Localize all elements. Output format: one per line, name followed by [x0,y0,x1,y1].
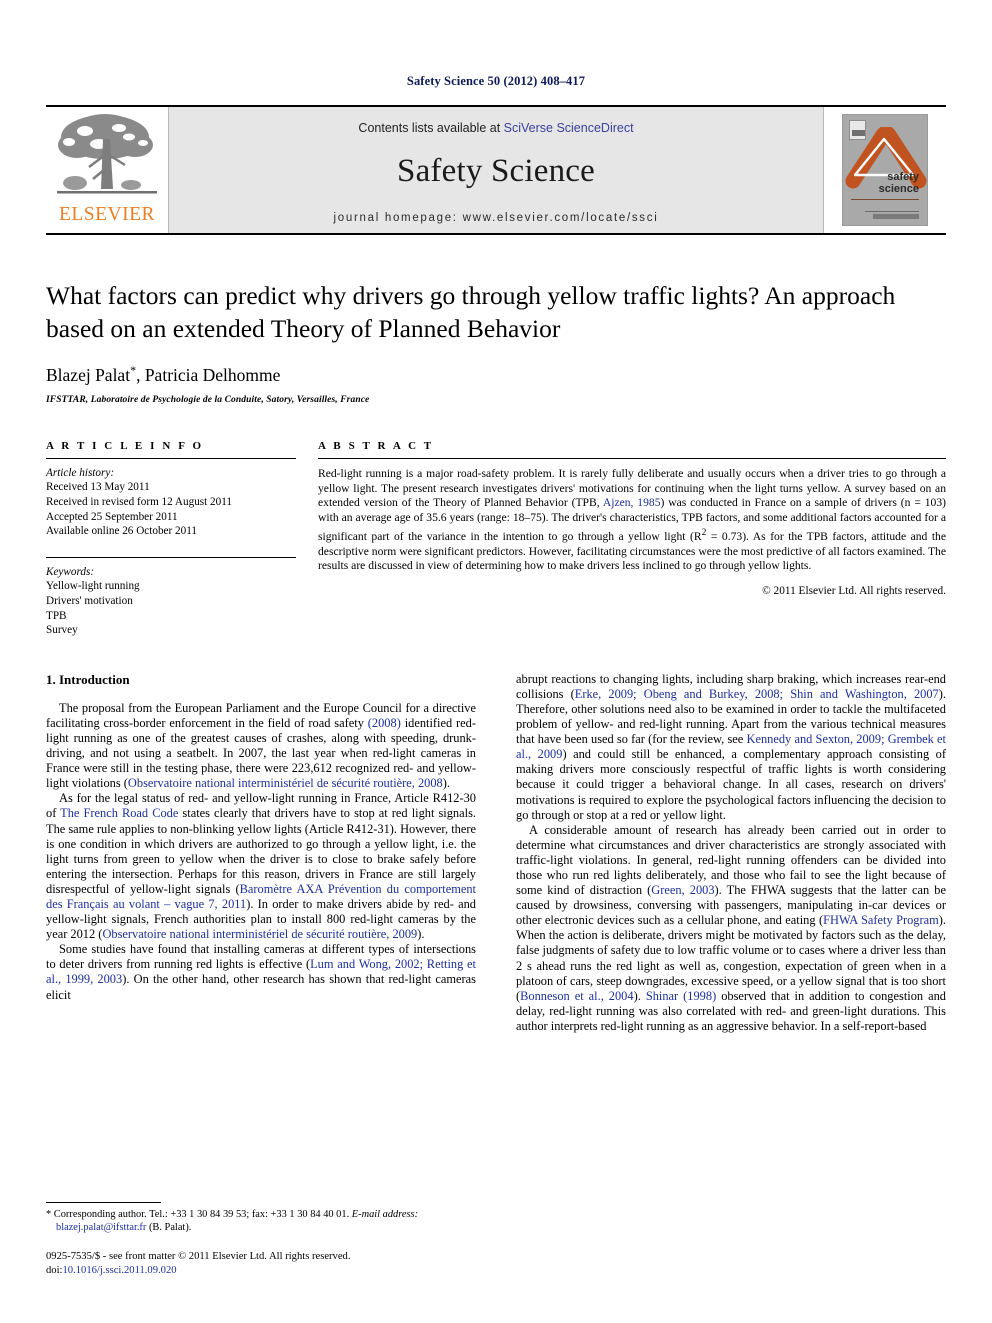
paragraph: abrupt reactions to changing lights, inc… [516,672,946,823]
citation-link[interactable]: Green, 2003 [651,883,714,897]
text-run: ). [633,988,646,1003]
keywords-block: Keywords: Yellow-light running Drivers' … [46,565,296,638]
affiliation: IFSTTAR, Laboratoire de Psychologie de l… [46,394,370,405]
history-item: Received 13 May 2011 [46,481,150,494]
article-history-label: Article history: [46,466,115,479]
elsevier-logo: ELSEVIER [46,107,168,233]
issn-copyright-line: 0925-7535/$ - see front matter © 2011 El… [46,1251,351,1263]
paragraph: The proposal from the European Parliamen… [46,701,476,792]
citation-link[interactable]: The French Road Code [60,806,178,820]
cover-divider [851,199,919,200]
footnote-area: * Corresponding author. Tel.: +33 1 30 8… [46,1201,476,1277]
cover-line-2: science [878,182,919,195]
imprint-block: 0925-7535/$ - see front matter © 2011 El… [46,1250,476,1277]
author-rest: , Patricia Delhomme [136,364,281,385]
right-column: abrupt reactions to changing lights, inc… [516,672,946,1034]
doi-link[interactable]: 10.1016/j.ssci.2011.09.020 [62,1265,176,1276]
abstract-heading: A B S T R A C T [318,439,434,452]
left-column: 1. Introduction The proposal from the Eu… [46,672,476,1034]
column-gap [296,440,318,638]
body-columns: 1. Introduction The proposal from the Eu… [46,672,946,1034]
history-item: Accepted 25 September 2011 [46,510,178,523]
elsevier-tree-icon [57,114,157,194]
elsevier-wordmark: ELSEVIER [58,204,156,225]
cover-line-1: safety [887,171,919,183]
history-item: Received in revised form 12 August 2011 [46,496,233,509]
text-run: ) and could still be enhanced, a complem… [516,747,946,822]
banner-bottom-rule [46,233,946,235]
article-info-rule [46,457,296,459]
banner-center: Contents lists available at SciVerse Sci… [168,107,824,233]
text-run: ). [442,776,450,791]
email-suffix: (B. Palat). [146,1221,192,1233]
citation-link[interactable]: Shinar (1998) [646,989,716,1003]
cover-subtext [865,211,919,219]
info-abstract-row: A R T I C L E I N F O Article history: R… [46,440,946,638]
journal-cover-thumbnail: safety science [842,114,928,226]
keywords-label: Keywords: [46,565,95,578]
citation-link[interactable]: Observatoire national interministériel d… [128,776,443,790]
keyword-item: TPB [46,609,67,622]
contents-prefix: Contents lists available at [358,121,504,135]
journal-cover-cell: safety science [824,107,946,233]
doi-label: doi: [46,1264,63,1276]
author-list: Blazej Palat*, Patricia Delhomme [46,363,946,386]
corresponding-author-note: * Corresponding author. Tel.: +33 1 30 8… [46,1208,476,1234]
journal-homepage-link[interactable]: journal homepage: www.elsevier.com/locat… [334,212,659,224]
paragraph: Some studies have found that installing … [46,942,476,1002]
abstract-rule [318,457,946,459]
cover-title-text: safety science [878,171,919,195]
email-link[interactable]: blazej.palat@ifsttar.fr [56,1222,146,1233]
section-heading-introduction: 1. Introduction [46,671,130,687]
journal-banner: ELSEVIER Contents lists available at Sci… [46,105,946,235]
article-info-block: A R T I C L E I N F O Article history: R… [46,440,296,638]
footnote-rule [46,1201,161,1203]
paragraph: A considerable amount of research has al… [516,823,946,1034]
email-label: E-mail address: [351,1208,419,1220]
journal-title: Safety Science [397,153,595,189]
keyword-item: Survey [46,624,78,637]
copyright-line: © 2011 Elsevier Ltd. All rights reserved… [762,585,946,598]
doi-line: doi:10.1016/j.ssci.2011.09.020 [46,1264,476,1277]
article-history: Article history: Received 13 May 2011 Re… [46,466,296,539]
citation-link[interactable]: FHWA Safety Program [823,913,939,927]
paragraph: As for the legal status of red- and yell… [46,791,476,942]
citation-link[interactable]: Erke, 2009; Obeng and Burkey, 2008; Shin… [575,687,939,701]
history-item: Available online 26 October 2011 [46,525,197,538]
article-info-heading: A R T I C L E I N F O [46,439,204,452]
citation-ajzen-1985[interactable]: Ajzen, 1985 [603,496,661,509]
abstract-block: A B S T R A C T Red-light running is a m… [318,440,946,638]
citation-link[interactable]: Observatoire national interministériel d… [102,927,417,941]
footnote-text: Corresponding author. Tel.: +33 1 30 84 … [51,1208,350,1220]
column-gutter [476,672,516,1034]
keyword-item: Drivers' motivation [46,594,133,607]
citation-link[interactable]: (2008) [368,716,401,730]
keyword-item: Yellow-light running [46,580,140,593]
page-title: What factors can predict why drivers go … [46,281,896,343]
author-1: Blazej Palat [46,364,131,385]
running-head: Safety Science 50 (2012) 408–417 [406,74,586,88]
citation-link[interactable]: Bonneson et al., 2004 [520,989,633,1003]
paper-page: Safety Science 50 (2012) 408–417 ELSEVIE… [0,0,992,1323]
contents-available-line: Contents lists available at SciVerse Sci… [358,121,633,135]
abstract-text: Red-light running is a major road-safety… [318,467,946,574]
keywords-rule [46,556,296,558]
text-run: ). [417,927,425,942]
sciencedirect-link[interactable]: SciVerse ScienceDirect [504,121,634,135]
